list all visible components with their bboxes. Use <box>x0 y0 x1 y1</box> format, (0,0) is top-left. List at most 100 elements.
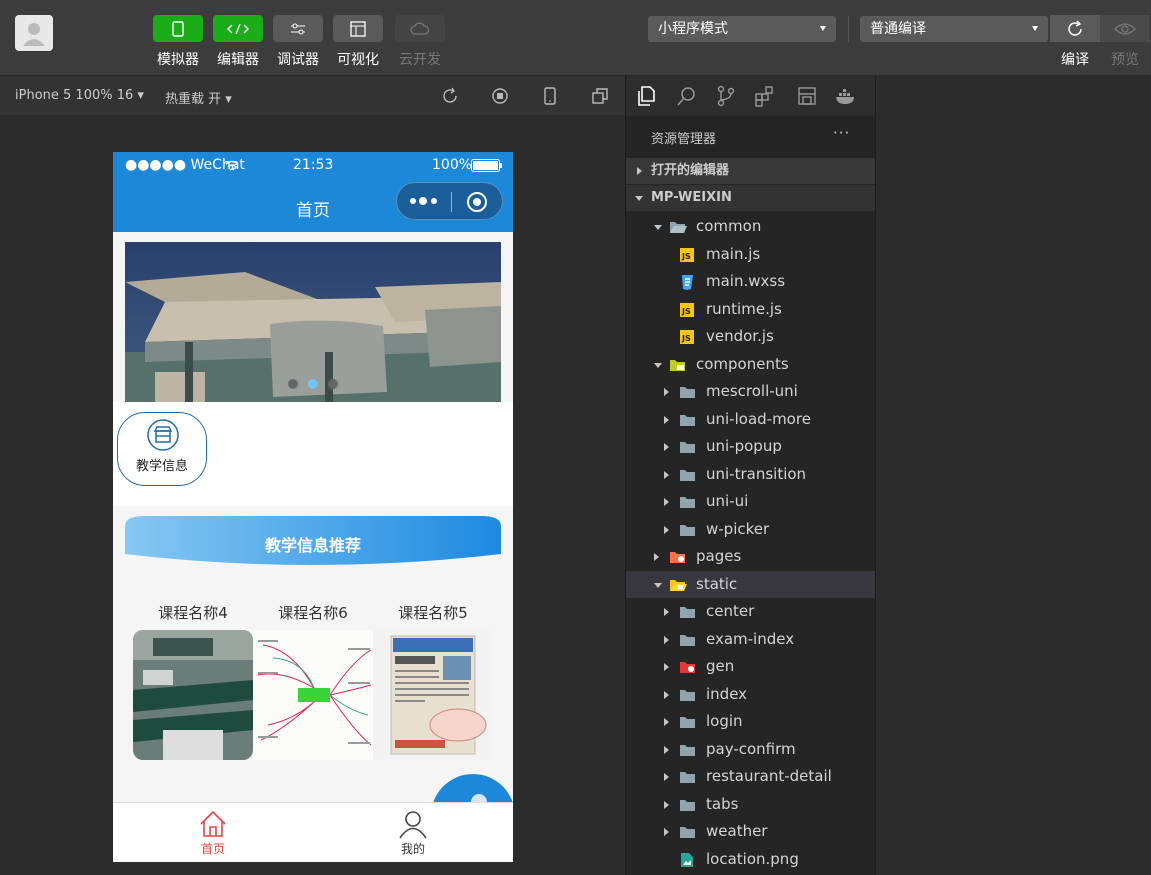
detach-window-icon[interactable] <box>590 86 610 106</box>
tree-item-weather[interactable]: weather <box>626 818 875 845</box>
tree-item-uni-load-more[interactable]: uni-load-more <box>626 406 875 433</box>
tab-home[interactable]: 首页 <box>173 809 253 857</box>
cloud-icon <box>410 22 430 35</box>
cloud-dev-button[interactable]: 云开发 <box>395 15 445 69</box>
folder-icon <box>680 469 695 481</box>
tree-item-tabs[interactable]: tabs <box>626 791 875 818</box>
chevron-down-icon <box>654 362 662 368</box>
folder-icon <box>680 827 695 838</box>
chevron-right-icon <box>664 498 669 506</box>
more-actions-icon[interactable]: ··· <box>833 124 850 142</box>
tree-item-pages[interactable]: pages <box>626 543 875 570</box>
tree-item-index[interactable]: index <box>626 681 875 708</box>
recommend-title: 教学信息推荐 <box>264 536 361 555</box>
hot-reload-value: 热重载 开 <box>165 92 222 107</box>
stop-icon[interactable] <box>490 86 510 106</box>
banner-swiper[interactable] <box>125 242 501 402</box>
top-toolbar: 模拟器 编辑器 调试器 可视化 云开发 小程序模式 普通编译 编译 预览 <box>0 0 1151 76</box>
tree-item-uni-transition[interactable]: uni-transition <box>626 461 875 488</box>
debugger-button[interactable]: 调试器 <box>273 15 323 69</box>
tab-mine[interactable]: 我的 <box>373 809 453 857</box>
tree-item-label: pages <box>696 547 742 565</box>
chevron-right-icon <box>664 828 669 836</box>
source-control-icon[interactable] <box>716 85 736 107</box>
teaching-info-entry[interactable]: 教学信息 <box>117 412 207 486</box>
more-dots-icon[interactable] <box>409 196 439 206</box>
tree-item-uni-ui[interactable]: uni-ui <box>626 488 875 515</box>
rotate-icon[interactable] <box>440 86 460 106</box>
tree-item-main-js[interactable]: JS main.js <box>626 241 875 268</box>
close-target-icon[interactable] <box>466 191 488 213</box>
tree-item-center[interactable]: center <box>626 598 875 625</box>
files-icon[interactable] <box>636 85 656 107</box>
tree-item-runtime-js[interactable]: JS runtime.js <box>626 296 875 323</box>
tree-item-label: common <box>696 217 762 235</box>
visualize-button[interactable]: 可视化 <box>333 15 383 69</box>
folder-icon <box>680 442 695 453</box>
course-card-image[interactable] <box>133 630 253 760</box>
folder-icon <box>680 524 695 536</box>
editor-area <box>876 76 1151 875</box>
extensions-icon[interactable] <box>754 85 776 107</box>
folder-icon <box>680 607 695 618</box>
course-card-image[interactable] <box>373 630 493 760</box>
folder-icon <box>680 414 695 426</box>
open-editors-label: 打开的编辑器 <box>651 163 730 178</box>
project-section[interactable]: MP-WEIXIN <box>626 185 875 211</box>
static-folder-open-icon <box>670 579 687 591</box>
tree-item-label: exam-index <box>706 629 795 648</box>
tree-item-label: w-picker <box>706 519 770 538</box>
code-icon <box>227 23 249 34</box>
tree-item-pay-confirm[interactable]: pay-confirm <box>626 736 875 763</box>
course-card-image[interactable] <box>253 630 373 760</box>
capsule-menu <box>396 182 503 220</box>
tree-item-vendor-js[interactable]: JS vendor.js <box>626 323 875 350</box>
compile-button[interactable]: 编译 <box>1050 15 1100 69</box>
open-editors-section[interactable]: 打开的编辑器 <box>626 158 875 184</box>
storage-icon[interactable] <box>796 85 818 107</box>
hot-reload-select[interactable]: 热重载 开 ▾ <box>165 88 232 107</box>
mobile-icon[interactable] <box>540 86 560 106</box>
compile-select[interactable]: 普通编译 <box>860 16 1048 42</box>
chevron-right-icon <box>664 745 669 754</box>
user-avatar[interactable] <box>15 15 53 51</box>
store-icon <box>147 419 179 451</box>
chevron-right-icon <box>664 415 669 424</box>
image-file-icon <box>681 852 693 867</box>
refresh-icon <box>1068 19 1082 36</box>
tree-item-uni-popup[interactable]: uni-popup <box>626 433 875 460</box>
chevron-right-icon <box>664 690 669 699</box>
simulator-label: 模拟器 <box>157 52 199 68</box>
user-icon <box>23 23 45 46</box>
phone-screen: ●●●●● WeChat 21:53 100% 首页 教学信息 教学信息推荐 课… <box>113 152 513 862</box>
chevron-right-icon <box>654 553 659 561</box>
visualize-label: 可视化 <box>337 52 379 68</box>
tree-item-mescroll-uni[interactable]: mescroll-uni <box>626 378 875 405</box>
pages-folder-icon <box>670 552 685 563</box>
tree-item-exam-index[interactable]: exam-index <box>626 626 875 653</box>
search-icon[interactable] <box>676 85 698 107</box>
tab-mine-label: 我的 <box>400 842 425 856</box>
editor-button[interactable]: 编辑器 <box>213 15 263 69</box>
editor-label: 编辑器 <box>217 52 259 68</box>
tree-item-static[interactable]: static <box>626 570 875 598</box>
docker-icon[interactable] <box>834 85 858 107</box>
tree-item-w-picker[interactable]: w-picker <box>626 516 875 543</box>
tree-item-gen[interactable]: gen <box>626 653 875 680</box>
folder-icon <box>680 717 695 728</box>
simulator-button[interactable]: 模拟器 <box>153 15 203 69</box>
tree-item-components[interactable]: components <box>626 351 875 378</box>
swiper-dot <box>328 379 338 389</box>
folder-icon <box>680 634 695 646</box>
tree-item-location-png[interactable]: location.png <box>626 846 875 873</box>
device-select[interactable]: iPhone 5 100% 16 ▾ <box>15 88 144 103</box>
tree-item-restaurant-detail[interactable]: restaurant-detail <box>626 763 875 790</box>
chevron-right-icon <box>664 718 669 726</box>
preview-button[interactable]: 预览 <box>1100 15 1150 69</box>
mode-select[interactable]: 小程序模式 <box>648 16 836 42</box>
tree-item-login[interactable]: login <box>626 708 875 735</box>
tree-item-main-wxss[interactable]: main.wxss <box>626 268 875 295</box>
chevron-down-icon <box>635 196 643 201</box>
tree-item-common[interactable]: common <box>626 213 875 240</box>
lab-photo <box>133 630 253 760</box>
